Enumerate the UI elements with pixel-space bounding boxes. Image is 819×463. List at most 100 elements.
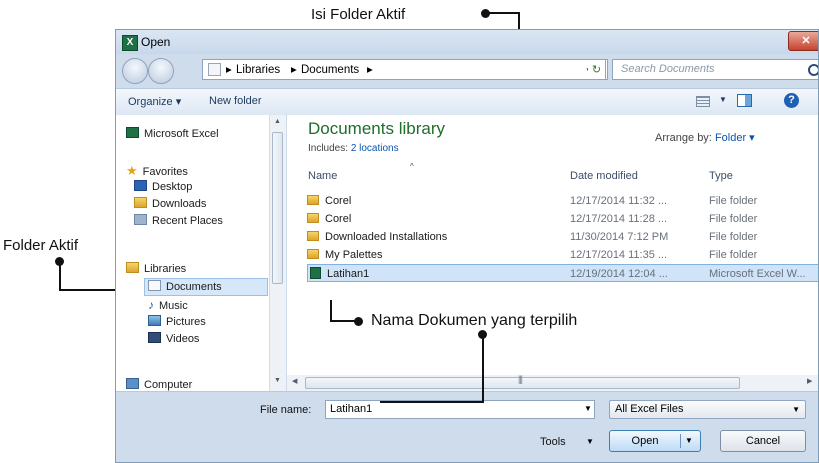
annotation-selected-document-name: Nama Dokumen yang terpilih xyxy=(371,312,578,329)
open-button[interactable]: Open ▼ xyxy=(609,430,701,452)
navigation-pane: Microsoft Excel ★ Favorites Desktop Downl… xyxy=(116,115,286,391)
address-segment-libraries[interactable]: Libraries xyxy=(236,60,280,81)
library-title: Documents library xyxy=(308,119,445,138)
title-bar: X Open ✕ xyxy=(116,30,818,54)
scroll-thumb[interactable]: ||| xyxy=(305,374,740,389)
command-toolbar: Organize ▾ New folder ▼ ? xyxy=(116,88,818,116)
column-header-name[interactable]: Name xyxy=(308,170,337,182)
videos-icon xyxy=(148,332,161,343)
nav-item-pictures[interactable]: Pictures xyxy=(148,314,206,331)
arrange-by: Arrange by: Folder ▾ xyxy=(655,132,755,144)
scroll-up-icon[interactable]: ▲ xyxy=(274,118,281,125)
nav-item-music[interactable]: ♪ Music xyxy=(148,297,188,314)
address-separator-icon: ▸ xyxy=(226,64,232,76)
views-icon[interactable] xyxy=(696,96,710,107)
annotation-line xyxy=(59,261,61,291)
nav-item-libraries[interactable]: Libraries xyxy=(126,261,186,278)
tools-dropdown-icon[interactable]: ▼ xyxy=(586,437,594,446)
scroll-right-icon[interactable]: ▶ xyxy=(807,377,812,385)
scroll-thumb[interactable] xyxy=(272,132,283,284)
file-list-scrollbar[interactable]: ◀ ||| ▶ xyxy=(287,374,818,391)
nav-item-microsoft-excel[interactable]: Microsoft Excel xyxy=(126,126,219,143)
search-box[interactable]: Search Documents xyxy=(612,59,818,80)
navigation-scrollbar[interactable]: ▲ ▼ xyxy=(269,115,286,391)
file-type-value: All Excel Files xyxy=(615,403,684,415)
nav-item-videos[interactable]: Videos xyxy=(148,331,199,348)
documents-icon xyxy=(148,280,161,291)
address-separator-icon: ▸ xyxy=(291,64,297,76)
music-icon: ♪ xyxy=(148,298,154,312)
pictures-icon xyxy=(148,315,161,326)
excel-app-icon: X xyxy=(122,35,138,51)
preview-pane-icon[interactable] xyxy=(737,94,752,107)
refresh-icon[interactable]: ↻ xyxy=(588,59,606,80)
computer-icon xyxy=(126,378,139,389)
column-header-type[interactable]: Type xyxy=(709,170,733,182)
nav-item-recent-places[interactable]: Recent Places xyxy=(134,213,223,230)
excel-file-icon xyxy=(310,267,321,279)
file-row[interactable]: My Palettes 12/17/2014 11:35 ... File fo… xyxy=(307,246,818,264)
folder-location-icon xyxy=(208,63,221,76)
file-row[interactable]: Corel 12/17/2014 11:28 ... File folder xyxy=(307,210,818,228)
file-name-value: Latihan1 xyxy=(330,403,373,415)
folder-icon xyxy=(307,249,319,259)
locations-link[interactable]: 2 locations xyxy=(351,143,399,154)
tools-button[interactable]: Tools xyxy=(540,436,566,448)
file-row[interactable]: Corel 12/17/2014 11:32 ... File folder xyxy=(307,192,818,210)
library-includes: Includes: 2 locations xyxy=(308,143,399,154)
annotation-active-folder: Folder Aktif xyxy=(3,237,79,254)
organize-button[interactable]: Organize ▾ xyxy=(128,95,181,108)
navigation-bar: ▸ Libraries ▸ Documents ▸ ▼ ↻ Search Doc… xyxy=(116,54,818,88)
new-folder-button[interactable]: New folder xyxy=(209,95,262,107)
back-button[interactable] xyxy=(122,58,148,84)
open-dialog: X Open ✕ ▸ Libraries ▸ Documents ▸ ▼ ↻ S… xyxy=(115,29,819,463)
nav-item-favorites[interactable]: ★ Favorites xyxy=(126,162,188,179)
address-separator-icon: ▸ xyxy=(367,64,373,76)
annotation-line xyxy=(330,300,332,322)
grip-icon: ||| xyxy=(518,374,523,384)
arrange-by-dropdown[interactable]: Folder ▾ xyxy=(715,132,755,144)
forward-button[interactable] xyxy=(148,58,174,84)
nav-item-desktop[interactable]: Desktop xyxy=(134,179,192,196)
annotation-dot xyxy=(354,317,363,326)
sort-ascending-icon: ^ xyxy=(410,162,414,171)
address-bar[interactable]: ▸ Libraries ▸ Documents ▸ ▼ xyxy=(202,59,608,80)
file-name-label: File name: xyxy=(260,404,312,416)
desktop-icon xyxy=(134,180,147,191)
address-segment-documents[interactable]: Documents xyxy=(301,60,359,81)
open-button-label: Open xyxy=(631,435,659,447)
file-list-pane: Documents library Includes: 2 locations … xyxy=(287,115,818,391)
folder-icon xyxy=(307,231,319,241)
recent-places-icon xyxy=(134,214,147,225)
file-type-dropdown-icon: ▼ xyxy=(792,405,800,414)
folder-icon xyxy=(307,213,319,223)
search-icon[interactable] xyxy=(808,64,818,76)
file-type-select[interactable]: All Excel Files ▼ xyxy=(609,400,806,419)
window-title: Open xyxy=(141,35,171,49)
views-dropdown-icon[interactable]: ▼ xyxy=(719,95,727,104)
file-row[interactable]: Downloaded Installations 11/30/2014 7:12… xyxy=(307,228,818,246)
file-name-dropdown-icon[interactable]: ▼ xyxy=(584,404,592,413)
nav-item-downloads[interactable]: Downloads xyxy=(134,196,206,213)
annotation-line xyxy=(482,335,484,403)
column-header-date-modified[interactable]: Date modified xyxy=(570,170,638,182)
open-dropdown-icon[interactable]: ▼ xyxy=(685,436,693,445)
scroll-down-icon[interactable]: ▼ xyxy=(274,377,281,384)
help-icon[interactable]: ? xyxy=(784,93,799,108)
annotation-line xyxy=(330,320,356,322)
star-icon: ★ xyxy=(126,163,138,178)
annotation-line xyxy=(380,401,484,403)
file-row-selected[interactable]: Latihan1 12/19/2014 12:04 ... Microsoft … xyxy=(307,264,818,282)
nav-item-documents[interactable]: Documents xyxy=(148,279,222,296)
close-button[interactable]: ✕ xyxy=(788,31,818,51)
folder-icon xyxy=(307,195,319,205)
search-input[interactable]: Search Documents xyxy=(621,63,715,75)
annotation-line xyxy=(486,12,520,14)
excel-icon xyxy=(126,127,139,138)
scroll-left-icon[interactable]: ◀ xyxy=(292,377,297,385)
split-divider xyxy=(680,434,681,448)
downloads-icon xyxy=(134,197,147,208)
libraries-icon xyxy=(126,262,139,273)
annotation-current-folder-contents: Isi Folder Aktif xyxy=(311,6,406,23)
cancel-button[interactable]: Cancel xyxy=(720,430,806,452)
